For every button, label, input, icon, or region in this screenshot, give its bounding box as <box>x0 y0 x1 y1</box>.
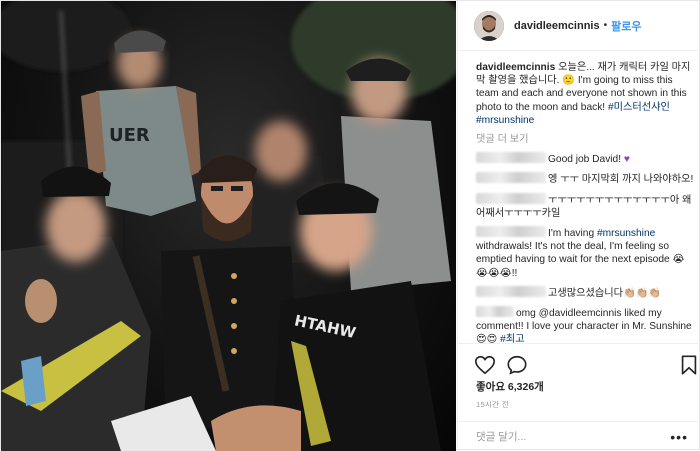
instagram-post: UER HTAHW davidleemcinnis • 팔로우 davidlee… <box>0 0 700 451</box>
blurred-username[interactable] <box>476 285 546 297</box>
avatar-image <box>474 10 504 41</box>
svg-text:UER: UER <box>109 125 150 146</box>
comment-text: Good job David! <box>548 154 624 166</box>
comment-item: ㅜㅜㅜㅜㅜㅜㅜㅜㅜㅜㅜㅜㅜ아 왜 어째서ㅜㅜㅜㅜ카일 <box>476 192 694 220</box>
add-comment-bar: 댓글 달기... ••• <box>458 421 700 451</box>
post-timestamp[interactable]: 15시간 전 <box>476 399 509 410</box>
header-separator: • <box>603 20 608 31</box>
blurred-username[interactable] <box>476 172 546 184</box>
comment-item: 고생많으셨습니다👏🏼👏🏼👏🏼 <box>476 285 694 300</box>
caption-username[interactable]: davidleemcinnis <box>476 62 555 73</box>
view-more-comments-link[interactable]: 댓글 더 보기 <box>476 133 694 146</box>
bookmark-icon[interactable] <box>678 354 700 376</box>
caption-tag-1[interactable]: #미스터선샤인 <box>608 102 670 113</box>
blurred-username[interactable] <box>476 306 514 318</box>
comment-item: 엥 ㅜㅜ 마지막회 까지 나와야하오! <box>476 172 694 186</box>
blurred-username[interactable] <box>476 226 546 238</box>
blurred-username[interactable] <box>476 192 546 204</box>
heart-outline-icon[interactable] <box>474 354 496 376</box>
caption: davidleemcinnis 오늘은... 재가 캐릭터 카일 마지막 촬영을… <box>476 61 694 127</box>
comment-text: 엥 ㅜㅜ 마지막회 까지 나와야하오! <box>548 174 694 186</box>
likes-count[interactable]: 좋아요 6,326개 <box>476 379 544 394</box>
comment-item: omg @davidleemcinnis liked my comment!! … <box>476 306 694 347</box>
header-username[interactable]: davidleemcinnis <box>514 20 600 32</box>
post-header: davidleemcinnis • 팔로우 <box>458 1 700 51</box>
speech-bubble-icon[interactable] <box>506 354 528 376</box>
comment-text-rest: withdrawals! It's not the deal, I'm feel… <box>476 241 685 279</box>
comment-hashtag[interactable]: #mrsunshine <box>597 228 655 239</box>
group-photo-illustration: UER HTAHW <box>1 1 456 451</box>
comment-item: Good job David! ♥ <box>476 152 694 166</box>
comment-item: I'm having #mrsunshine withdrawals! It's… <box>476 226 694 280</box>
follow-button[interactable]: 팔로우 <box>611 18 641 34</box>
avatar[interactable] <box>474 10 504 41</box>
more-options-icon[interactable]: ••• <box>670 429 688 445</box>
comment-text: 고생많으셨습니다👏🏼👏🏼👏🏼 <box>548 287 662 299</box>
action-bar <box>458 343 700 379</box>
add-comment-input[interactable]: 댓글 달기... <box>476 429 670 444</box>
post-photo[interactable]: UER HTAHW <box>1 1 456 451</box>
likes-label: 좋아요 6,326개 <box>476 381 544 393</box>
caption-tag-2[interactable]: #mrsunshine <box>476 115 534 126</box>
comment-text: I'm having <box>548 228 597 240</box>
comments-section: davidleemcinnis 오늘은... 재가 캐릭터 카일 마지막 촬영을… <box>476 61 694 353</box>
purple-heart-emoji: ♥ <box>623 154 630 166</box>
post-side-panel: davidleemcinnis • 팔로우 davidleemcinnis 오늘… <box>457 1 700 451</box>
blurred-username[interactable] <box>476 152 546 164</box>
